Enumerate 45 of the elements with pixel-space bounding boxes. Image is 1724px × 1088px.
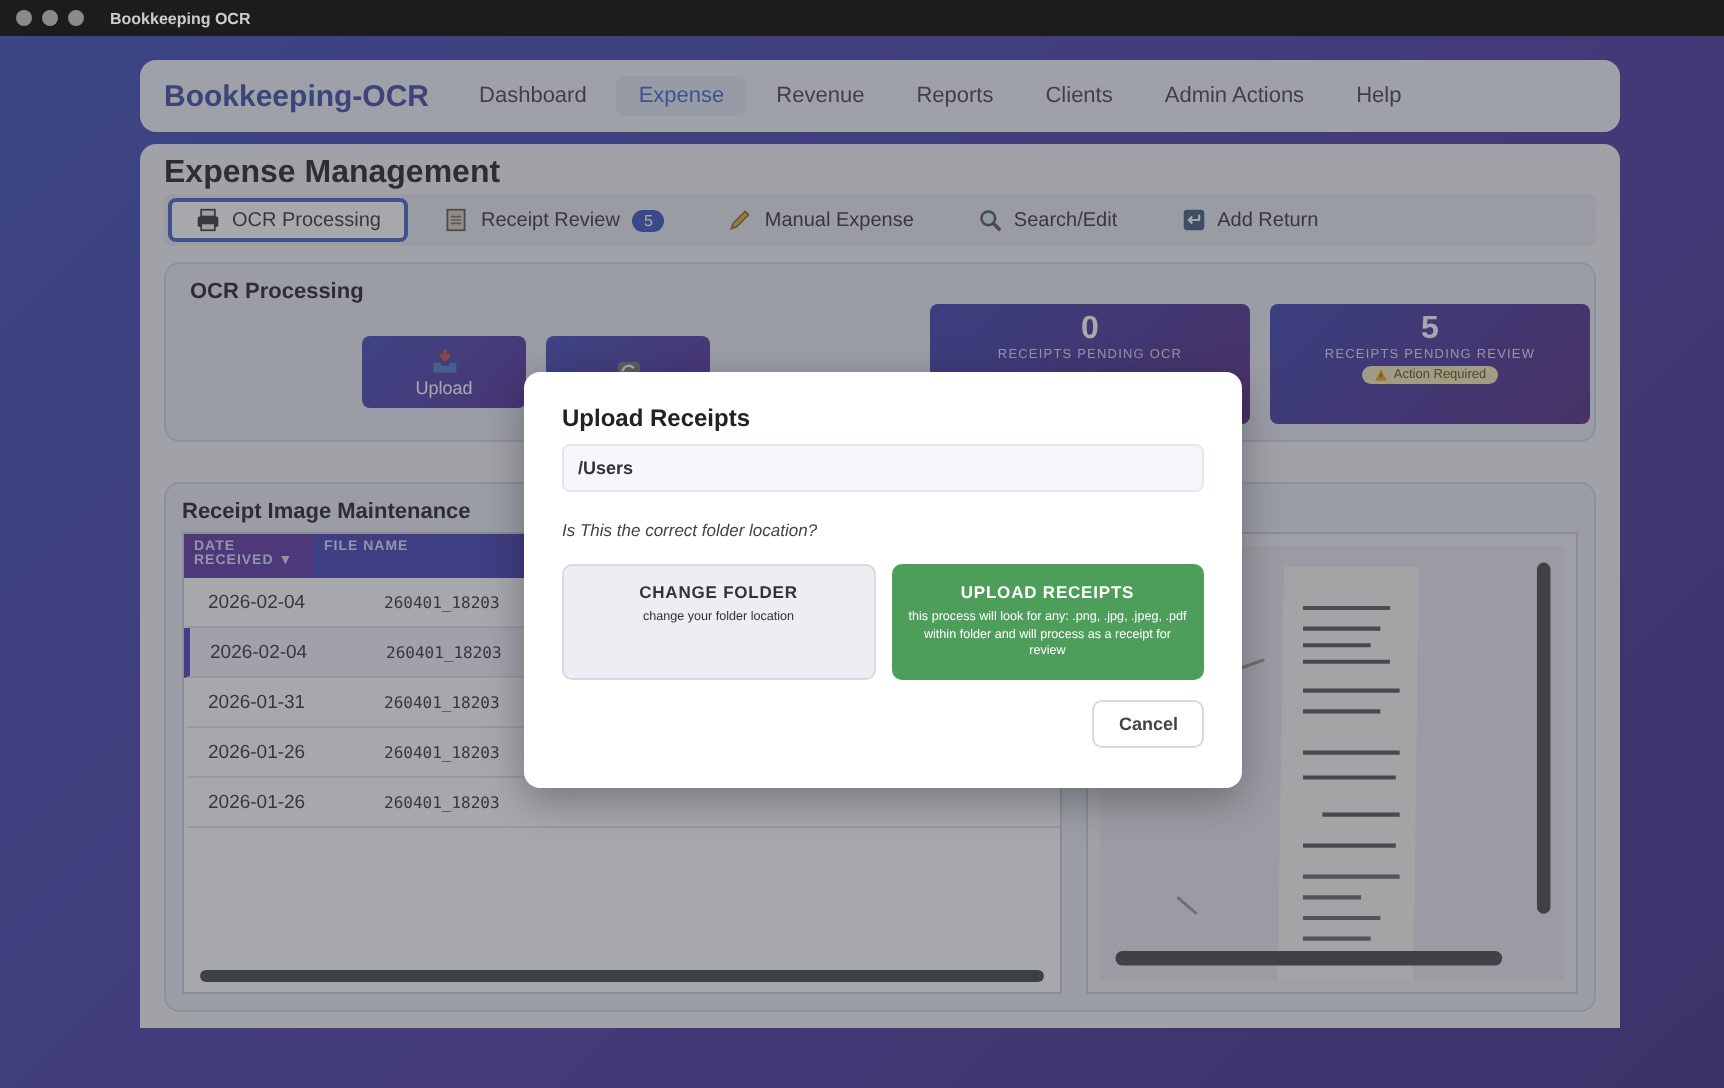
search-icon [977, 208, 1002, 232]
date-cell-text: 2026-02-04 [206, 591, 308, 613]
file-name-cell-text: 260401_18203 [382, 593, 500, 611]
card-title: Receipt Image Maintenance [182, 500, 473, 524]
inbox-tray-icon [431, 347, 457, 373]
confirm-question: Is This the correct folder location? [562, 520, 820, 540]
nav-link[interactable]: Expense [616, 76, 747, 116]
nav-link[interactable]: Clients [1023, 76, 1135, 116]
date-cell-text: 2026-01-26 [206, 791, 308, 813]
app-brand[interactable]: Bookkeeping-OCR [164, 79, 430, 113]
printer-icon [196, 208, 220, 232]
nav-link[interactable]: Dashboard [457, 76, 609, 116]
stat-value: 0 [1081, 312, 1099, 348]
dialog-title: Upload Receipts [562, 404, 753, 432]
tab[interactable]: Receipt Review 5 [416, 198, 693, 242]
cancel-button[interactable]: Cancel [1092, 700, 1204, 748]
window-title: Bookkeeping OCR [110, 9, 251, 27]
file-name-cell-text: 260401_18203 [382, 743, 500, 761]
action-button[interactable]: Upload [362, 336, 526, 408]
tab[interactable]: Add Return [1153, 198, 1347, 242]
warning-icon [1373, 368, 1388, 382]
card-title: OCR Processing [190, 280, 366, 304]
tab[interactable]: Search/Edit [949, 198, 1146, 242]
minimize-window-icon[interactable] [42, 10, 58, 26]
zoom-window-icon[interactable] [68, 10, 84, 26]
stat-value: 5 [1421, 312, 1439, 348]
scrollbar[interactable] [200, 970, 1044, 982]
file-name-cell-text: 260401_18203 [382, 693, 500, 711]
close-window-icon[interactable] [16, 10, 32, 26]
tab[interactable]: Manual Expense [700, 198, 942, 242]
nav-link[interactable]: Admin Actions [1142, 76, 1327, 116]
tab[interactable]: OCR Processing [168, 198, 409, 242]
folder-path-field[interactable]: /Users [562, 444, 1204, 492]
notepad-icon [444, 208, 469, 232]
pencil-icon [728, 208, 753, 232]
file-name-cell-text: 260401_18203 [384, 643, 502, 661]
date-cell-text: 2026-01-31 [206, 691, 308, 713]
page-title: Expense Management [164, 156, 503, 192]
nav-link[interactable]: Reports [894, 76, 1016, 116]
date-cell-text: 2026-02-04 [208, 641, 310, 663]
date-cell-text: 2026-01-26 [206, 741, 308, 763]
nav-link[interactable]: Help [1334, 76, 1424, 116]
nav-link[interactable]: Revenue [754, 76, 887, 116]
file-name-cell-text: 260401_18203 [382, 793, 500, 811]
count-badge: 5 [631, 209, 665, 231]
